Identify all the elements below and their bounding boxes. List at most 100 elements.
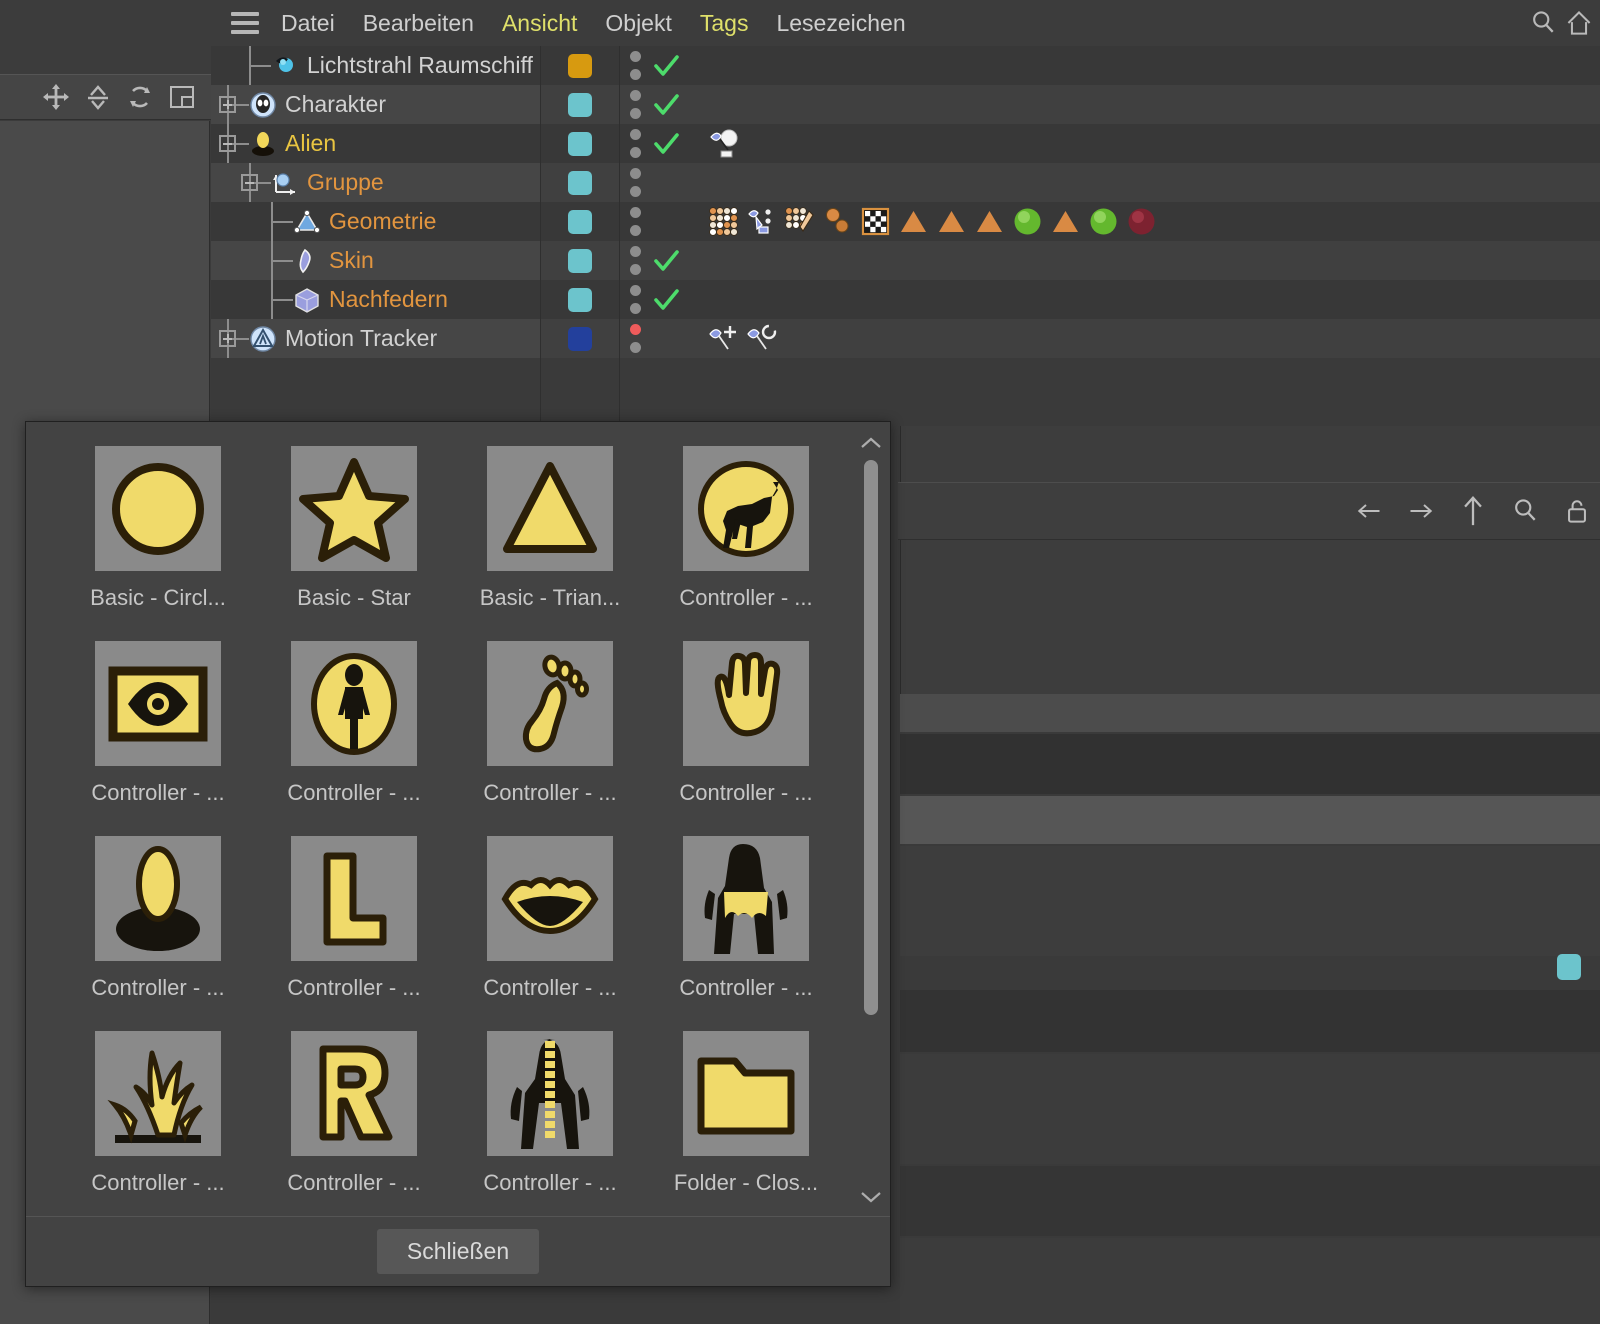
- icon-picker-item[interactable]: Controller - ...: [452, 836, 648, 1031]
- object-name-cell[interactable]: Skin: [211, 241, 540, 280]
- color-swatch[interactable]: [567, 131, 592, 156]
- table-row[interactable]: Charakter: [211, 85, 1600, 124]
- icon-picker-item[interactable]: Controller - ...: [648, 836, 844, 1031]
- visibility-dot[interactable]: [629, 225, 641, 236]
- visibility-dot[interactable]: [629, 324, 641, 335]
- visibility-dot[interactable]: [629, 69, 641, 80]
- icon-picker-item[interactable]: Controller - ...: [60, 641, 256, 836]
- icon-picker-item[interactable]: Basic - Trian...: [452, 446, 648, 641]
- icon-picker-item[interactable]: Controller - ...: [452, 641, 648, 836]
- orange-triangle-tag[interactable]: [935, 205, 968, 238]
- object-name-cell[interactable]: Alien: [211, 124, 540, 163]
- home-icon[interactable]: [1564, 8, 1594, 38]
- orange-triangle-tag[interactable]: [1049, 205, 1082, 238]
- object-color-cell[interactable]: [540, 202, 619, 241]
- menu-item-objekt[interactable]: Objekt: [591, 0, 685, 46]
- visibility-dot[interactable]: [629, 264, 641, 275]
- weight-brush-tag[interactable]: [783, 205, 816, 238]
- icon-picker-item[interactable]: Basic - Circl...: [60, 446, 256, 641]
- collapse-icon[interactable]: [219, 135, 236, 152]
- menu-icon[interactable]: [223, 0, 267, 46]
- icon-picker-item[interactable]: Controller - ...: [60, 836, 256, 1031]
- chevron-down-icon[interactable]: [852, 1182, 890, 1212]
- eye-icon[interactable]: [95, 641, 221, 766]
- table-row[interactable]: Motion Tracker: [211, 319, 1600, 358]
- enabled-checkmark[interactable]: [651, 46, 701, 85]
- object-name-cell[interactable]: Charakter: [211, 85, 540, 124]
- search-icon[interactable]: [1528, 8, 1558, 38]
- visibility-dots[interactable]: [619, 124, 651, 163]
- visibility-dot[interactable]: [629, 285, 641, 296]
- enabled-checkmark[interactable]: [651, 241, 701, 280]
- hip-icon[interactable]: [683, 836, 809, 961]
- table-row[interactable]: Alien: [211, 124, 1600, 163]
- hair-icon[interactable]: [95, 1031, 221, 1156]
- enabled-checkmark[interactable]: [651, 163, 701, 202]
- visibility-dots[interactable]: [619, 241, 651, 280]
- visibility-dot[interactable]: [629, 303, 641, 314]
- color-swatch[interactable]: [567, 287, 592, 312]
- color-swatch[interactable]: [567, 53, 592, 78]
- table-row[interactable]: Gruppe: [211, 163, 1600, 202]
- point-weight-tag[interactable]: [707, 205, 740, 238]
- search-icon[interactable]: [1510, 496, 1540, 526]
- icon-picker-scrollbar[interactable]: [852, 422, 890, 1218]
- menu-item-tags[interactable]: Tags: [686, 0, 763, 46]
- visibility-dot[interactable]: [629, 342, 641, 353]
- pin-cycle-tag[interactable]: [745, 322, 778, 355]
- color-swatch[interactable]: [567, 170, 592, 195]
- menu-item-lesezeichen[interactable]: Lesezeichen: [762, 0, 919, 46]
- checker-material-tag[interactable]: [859, 205, 892, 238]
- close-button[interactable]: Schließen: [376, 1229, 540, 1274]
- enabled-checkmark[interactable]: [651, 280, 701, 319]
- green-sphere-material-tag[interactable]: [1087, 205, 1120, 238]
- letter-l-icon[interactable]: [291, 836, 417, 961]
- object-color-cell[interactable]: [540, 85, 619, 124]
- visibility-dot[interactable]: [629, 147, 641, 158]
- object-color-cell[interactable]: [540, 241, 619, 280]
- arrow-right-icon[interactable]: [1406, 496, 1436, 526]
- scrollbar-thumb[interactable]: [864, 460, 878, 1015]
- visibility-dot[interactable]: [629, 108, 641, 119]
- pin-sphere-tag[interactable]: [707, 127, 740, 160]
- visibility-dot[interactable]: [629, 129, 641, 140]
- menu-item-datei[interactable]: Datei: [267, 0, 349, 46]
- visibility-dots[interactable]: [619, 85, 651, 124]
- timeline-teal-chip[interactable]: [1557, 954, 1581, 980]
- menu-item-ansicht[interactable]: Ansicht: [488, 0, 591, 46]
- pin-selection-tag[interactable]: [745, 205, 778, 238]
- arrow-up-icon[interactable]: [1458, 496, 1488, 526]
- table-row[interactable]: Lichtstrahl Raumschiff: [211, 46, 1600, 85]
- table-row[interactable]: Skin: [211, 241, 1600, 280]
- icon-picker-item[interactable]: Folder - Clos...: [648, 1031, 844, 1218]
- icon-picker-item[interactable]: Controller - ...: [60, 1031, 256, 1218]
- chevron-up-icon[interactable]: [852, 428, 890, 458]
- scale-icon[interactable]: [83, 82, 113, 112]
- layout-icon[interactable]: [167, 82, 197, 112]
- object-color-cell[interactable]: [540, 46, 619, 85]
- arrow-left-icon[interactable]: [1354, 496, 1384, 526]
- rotate-icon[interactable]: [125, 82, 155, 112]
- red-sphere-material-tag[interactable]: [1125, 205, 1158, 238]
- visibility-dot[interactable]: [629, 186, 641, 197]
- color-swatch[interactable]: [567, 209, 592, 234]
- table-row[interactable]: Nachfedern: [211, 280, 1600, 319]
- menu-item-bearbeiten[interactable]: Bearbeiten: [349, 0, 488, 46]
- folder-icon[interactable]: [683, 1031, 809, 1156]
- scrollbar-track[interactable]: [864, 460, 878, 1180]
- lock-icon[interactable]: [1562, 496, 1592, 526]
- green-sphere-material-tag[interactable]: [1011, 205, 1044, 238]
- visibility-dots[interactable]: [619, 163, 651, 202]
- table-row[interactable]: Geometrie: [211, 202, 1600, 241]
- object-color-cell[interactable]: [540, 280, 619, 319]
- icon-picker-item[interactable]: Controller - ...: [648, 641, 844, 836]
- color-swatch[interactable]: [567, 326, 592, 351]
- visibility-dot[interactable]: [629, 90, 641, 101]
- star-icon[interactable]: [291, 446, 417, 571]
- visibility-dot[interactable]: [629, 246, 641, 257]
- icon-picker-item[interactable]: Controller - ...: [256, 641, 452, 836]
- object-name-cell[interactable]: Nachfedern: [211, 280, 540, 319]
- icon-picker-item[interactable]: Basic - Star: [256, 446, 452, 641]
- visibility-dots[interactable]: [619, 202, 651, 241]
- pin-plus-tag[interactable]: [707, 322, 740, 355]
